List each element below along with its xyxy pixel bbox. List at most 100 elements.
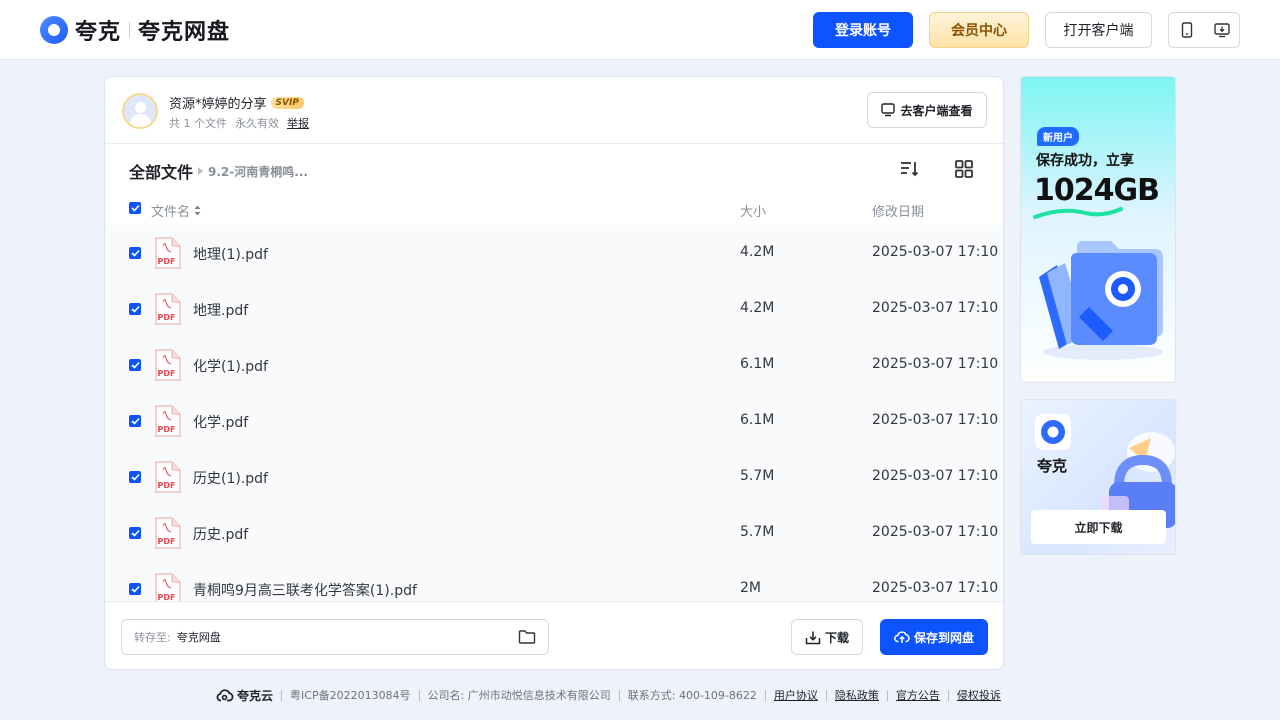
file-name[interactable]: 地理(1).pdf xyxy=(193,244,268,264)
file-name[interactable]: 历史(1).pdf xyxy=(193,468,268,488)
validity: 永久有效 xyxy=(235,117,279,130)
sort-toggle-icon xyxy=(194,205,201,216)
file-row[interactable]: PDF 地理.pdf 4.2M 2025-03-07 17:10 xyxy=(105,281,1003,337)
download-icon xyxy=(805,631,821,644)
folder-icon[interactable] xyxy=(518,629,536,645)
quark-folder-illustration xyxy=(1039,241,1163,360)
svg-text:PDF: PDF xyxy=(158,481,176,490)
column-name[interactable]: 文件名 xyxy=(151,201,201,220)
svg-text:PDF: PDF xyxy=(158,425,176,434)
file-size: 5.7M xyxy=(740,524,775,540)
page-footer: 夸克云 粤ICP备2022013084号 公司名: 广州市动悦信息技术有限公司 … xyxy=(216,686,1001,704)
file-checkbox[interactable] xyxy=(129,527,141,539)
save-destination-field[interactable]: 转存至: 夸克网盘 xyxy=(121,619,549,655)
file-row[interactable]: PDF 历史.pdf 5.7M 2025-03-07 17:10 xyxy=(105,505,1003,561)
file-row[interactable]: PDF 化学.pdf 6.1M 2025-03-07 17:10 xyxy=(105,393,1003,449)
view-in-client-button[interactable]: 去客户端查看 xyxy=(867,92,987,128)
file-row[interactable]: PDF 历史(1).pdf 5.7M 2025-03-07 17:10 xyxy=(105,449,1003,505)
sort-icon[interactable] xyxy=(897,157,921,181)
file-checkbox[interactable] xyxy=(129,583,141,595)
save-to-drive-button[interactable]: 保存到网盘 xyxy=(880,619,988,655)
file-row[interactable]: PDF 化学(1).pdf 6.1M 2025-03-07 17:10 xyxy=(105,337,1003,393)
svg-text:PDF: PDF xyxy=(158,369,176,378)
file-date: 2025-03-07 17:10 xyxy=(872,244,999,260)
report-link[interactable]: 举报 xyxy=(287,115,309,131)
file-table-header: 文件名 大小 修改日期 xyxy=(105,195,1003,223)
file-date: 2025-03-07 17:10 xyxy=(872,580,999,596)
promo-line1: 保存成功，立享 xyxy=(1036,153,1134,169)
download-button[interactable]: 下载 xyxy=(791,619,863,655)
action-bar: 转存至: 夸克网盘 下载 保存到网盘 xyxy=(105,601,1003,669)
logo-divider xyxy=(129,22,131,38)
file-checkbox[interactable] xyxy=(129,359,141,371)
file-checkbox[interactable] xyxy=(129,247,141,259)
pdf-icon: PDF xyxy=(153,405,181,437)
pdf-icon: PDF xyxy=(153,293,181,325)
breadcrumb: 全部文件 9.2-河南青桐鸣... xyxy=(129,159,308,183)
pdf-icon: PDF xyxy=(153,573,181,601)
file-size: 5.7M xyxy=(740,468,775,484)
save-to-label: 转存至: xyxy=(134,631,171,644)
file-name[interactable]: 化学.pdf xyxy=(193,412,248,432)
file-date: 2025-03-07 17:10 xyxy=(872,300,999,316)
pdf-icon: PDF xyxy=(153,237,181,269)
file-checkbox[interactable] xyxy=(129,471,141,483)
desktop-download-icon[interactable] xyxy=(1210,18,1234,42)
logo-subtitle: 夸克网盘 xyxy=(138,20,231,45)
quark-logo[interactable]: 夸克 夸克网盘 xyxy=(40,14,230,46)
file-name[interactable]: 历史.pdf xyxy=(193,524,248,544)
user-agreement-link[interactable]: 用户协议 xyxy=(774,687,818,703)
file-date: 2025-03-07 17:10 xyxy=(872,412,999,428)
app-name: 夸克 xyxy=(1037,457,1068,475)
column-date[interactable]: 修改日期 xyxy=(872,201,924,220)
file-checkbox[interactable] xyxy=(129,303,141,315)
file-size: 6.1M xyxy=(740,412,775,428)
file-count: 共 1 个文件 xyxy=(169,117,227,130)
privacy-policy-link[interactable]: 隐私政策 xyxy=(835,687,879,703)
new-user-promo-banner[interactable]: 新用户 保存成功，立享 1024GB xyxy=(1020,76,1176,383)
quark-cloud-icon xyxy=(216,689,234,702)
pdf-icon: PDF xyxy=(153,461,181,493)
breadcrumb-current: 9.2-河南青桐鸣... xyxy=(208,164,308,179)
file-name[interactable]: 青桐鸣9月高三联考化学答案(1).pdf xyxy=(193,580,417,600)
share-meta: 共 1 个文件 永久有效 举报 xyxy=(169,115,309,131)
device-icon-group xyxy=(1168,12,1240,48)
file-row[interactable]: PDF 地理(1).pdf 4.2M 2025-03-07 17:10 xyxy=(105,225,1003,281)
breadcrumb-arrow-icon xyxy=(198,167,204,175)
footer-icp[interactable]: 粤ICP备2022013084号 xyxy=(290,687,411,703)
file-name[interactable]: 地理.pdf xyxy=(193,300,248,320)
announcement-link[interactable]: 官方公告 xyxy=(896,687,940,703)
quark-app-icon xyxy=(1035,414,1071,450)
swoosh-decoration xyxy=(1033,207,1123,219)
breadcrumb-root[interactable]: 全部文件 xyxy=(129,159,193,183)
pdf-icon: PDF xyxy=(153,517,181,549)
svg-text:PDF: PDF xyxy=(158,313,176,322)
vip-center-button[interactable]: 会员中心 xyxy=(929,12,1029,48)
download-now-button[interactable]: 立即下载 xyxy=(1031,510,1166,544)
svg-text:PDF: PDF xyxy=(158,593,176,601)
file-row[interactable]: PDF 青桐鸣9月高三联考化学答案(1).pdf 2M 2025-03-07 17:1… xyxy=(105,561,1003,601)
column-name-label: 文件名 xyxy=(151,205,191,220)
save-to-value: 夸克网盘 xyxy=(176,631,221,644)
open-client-button[interactable]: 打开客户端 xyxy=(1045,12,1152,48)
column-size[interactable]: 大小 xyxy=(740,201,766,220)
file-size: 2M xyxy=(740,580,761,596)
cloud-upload-icon xyxy=(894,631,910,643)
footer-brand: 夸克云 xyxy=(216,687,273,704)
infringement-report-link[interactable]: 侵权投诉 xyxy=(957,687,1001,703)
sharer-name: 资源*婷婷的分享 xyxy=(169,97,267,112)
file-name[interactable]: 化学(1).pdf xyxy=(193,356,268,376)
monitor-icon xyxy=(881,103,896,117)
mobile-phone-icon[interactable] xyxy=(1175,18,1199,42)
select-all-checkbox[interactable] xyxy=(129,202,141,214)
login-button[interactable]: 登录账号 xyxy=(813,12,913,48)
file-checkbox[interactable] xyxy=(129,415,141,427)
grid-view-icon[interactable] xyxy=(952,157,976,181)
download-label: 下载 xyxy=(824,630,849,645)
app-download-banner[interactable]: 夸克 立即下载 xyxy=(1020,399,1176,555)
logo-text: 夸克 xyxy=(75,20,122,45)
file-date: 2025-03-07 17:10 xyxy=(872,468,999,484)
view-in-client-label: 去客户端查看 xyxy=(900,103,973,118)
top-header: 夸克 夸克网盘 登录账号 会员中心 打开客户端 xyxy=(0,0,1280,60)
sharer-name-row: 资源*婷婷的分享 SVIP xyxy=(169,93,304,112)
